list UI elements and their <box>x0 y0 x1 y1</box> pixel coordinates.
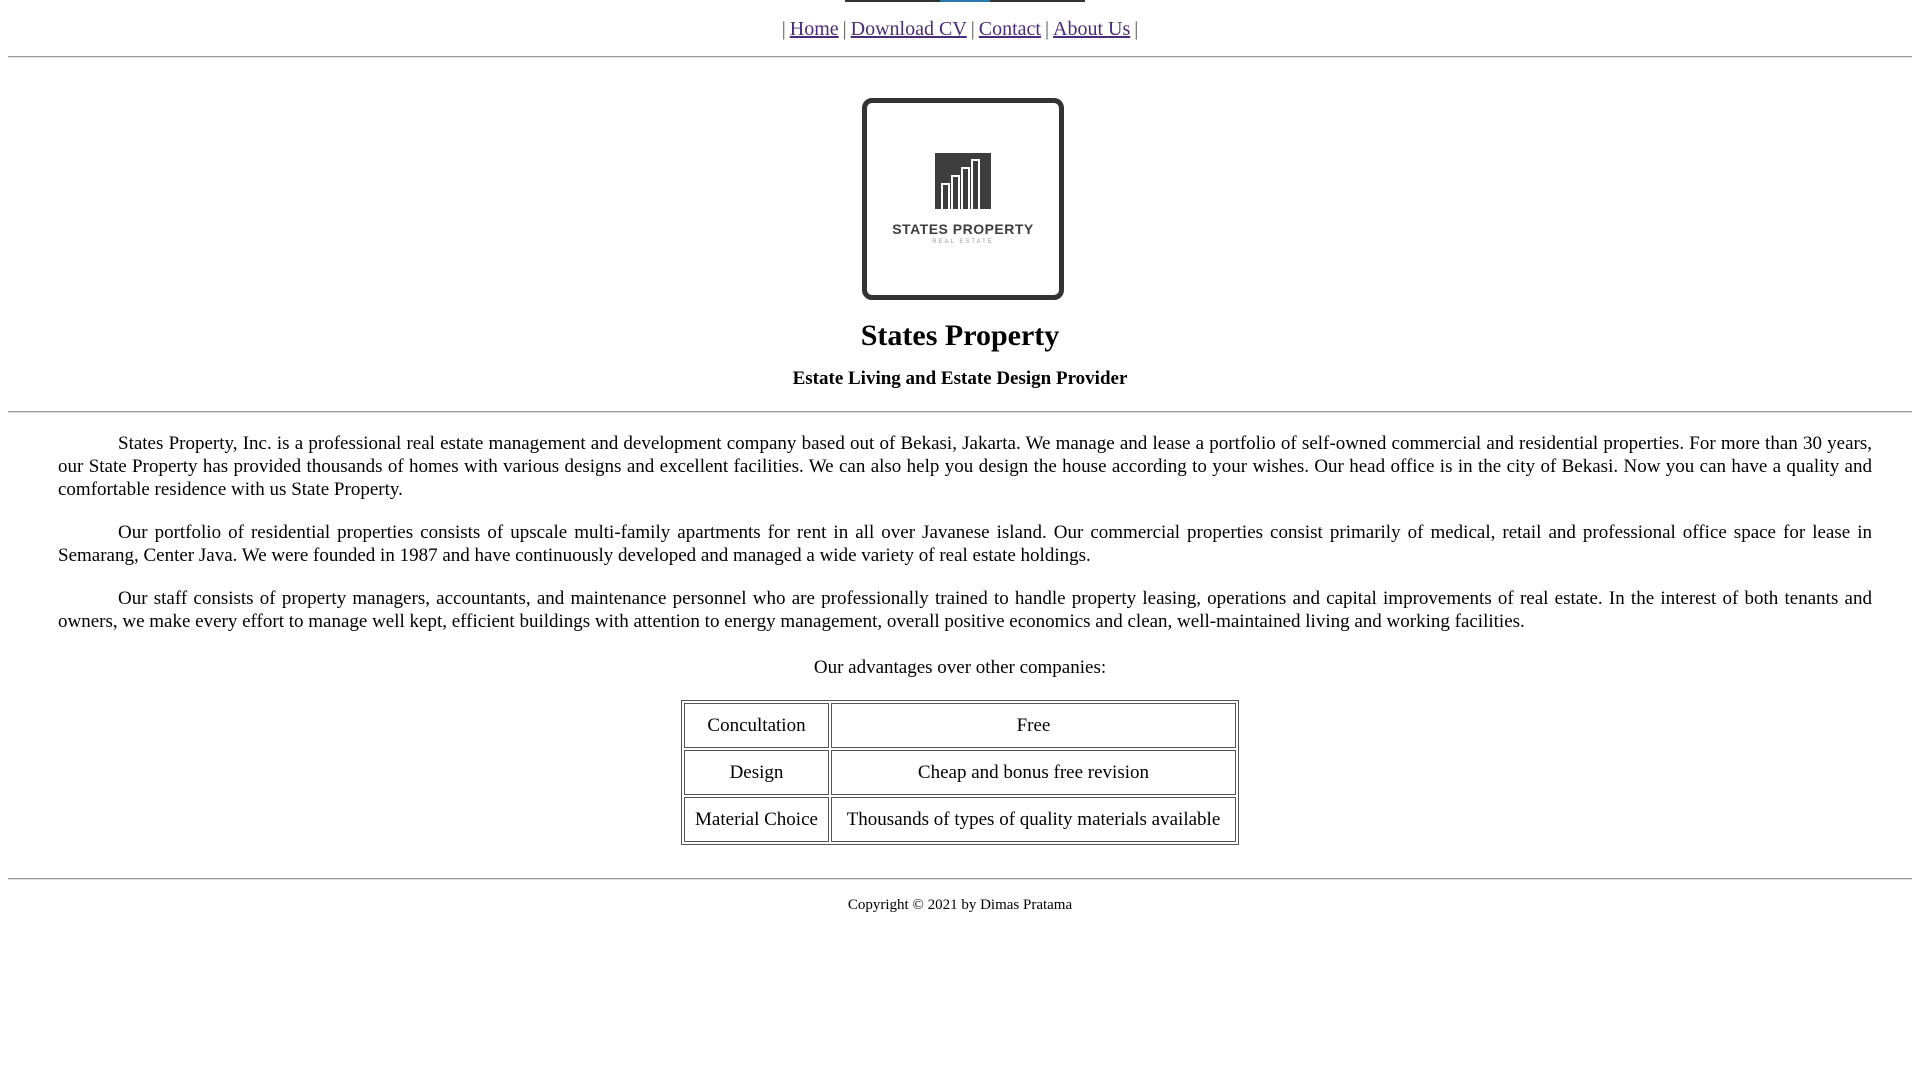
nav-link-about-us[interactable]: About Us <box>1053 18 1130 40</box>
top-strip <box>845 0 1085 2</box>
building-icon <box>935 153 991 209</box>
page-title: States Property <box>860 319 1060 352</box>
divider-middle <box>8 411 1912 413</box>
paragraph-portfolio: Our portfolio of residential properties … <box>58 522 1872 566</box>
nav-separator: | <box>1134 18 1139 40</box>
table-cell-feature: Material Choice <box>684 797 829 842</box>
table-cell-feature: Design <box>684 750 829 795</box>
nav-separator: | <box>970 18 975 40</box>
table-cell-detail: Cheap and bonus free revision <box>830 750 1236 795</box>
about-content: States Property, Inc. is a professional … <box>58 432 1872 653</box>
paragraph-intro: States Property, Inc. is a professional … <box>58 433 1872 500</box>
table-row: Concultation Free <box>684 703 1236 748</box>
page: | Home | Download CV | Contact | About Us | STAT… <box>0 0 1920 1080</box>
nav-link-contact[interactable]: Contact <box>979 18 1041 40</box>
nav-separator: | <box>781 18 786 40</box>
advantages-heading: Our advantages over other companies: <box>813 657 1107 678</box>
table-cell-feature: Concultation <box>684 703 829 748</box>
paragraph-staff: Our staff consists of property managers,… <box>58 588 1872 632</box>
advantages-table: Concultation Free Design Cheap and bonus… <box>681 700 1239 845</box>
company-logo: STATES PROPERTY REAL ESTATE <box>862 98 1064 300</box>
page-subtitle: Estate Living and Estate Design Provider <box>792 368 1128 389</box>
divider-top <box>8 56 1912 58</box>
table-row: Material Choice Thousands of types of qu… <box>684 797 1236 842</box>
advantages-table-wrap: Concultation Free Design Cheap and bonus… <box>0 700 1920 845</box>
logo-tagline: REAL ESTATE <box>932 239 994 245</box>
top-strip-highlight <box>940 0 990 2</box>
divider-bottom <box>8 878 1912 880</box>
nav-link-download-cv[interactable]: Download CV <box>851 18 967 40</box>
top-nav: | Home | Download CV | Contact | About Us | <box>0 16 1920 42</box>
nav-link-home[interactable]: Home <box>790 18 839 40</box>
logo-wordmark: STATES PROPERTY <box>892 221 1034 237</box>
nav-separator: | <box>842 18 847 40</box>
table-cell-detail: Free <box>830 703 1236 748</box>
table-row: Design Cheap and bonus free revision <box>684 750 1236 795</box>
footer-copyright: Copyright © 2021 by Dimas Pratama <box>847 897 1073 913</box>
table-cell-detail: Thousands of types of quality materials … <box>830 797 1236 842</box>
nav-separator: | <box>1045 18 1050 40</box>
